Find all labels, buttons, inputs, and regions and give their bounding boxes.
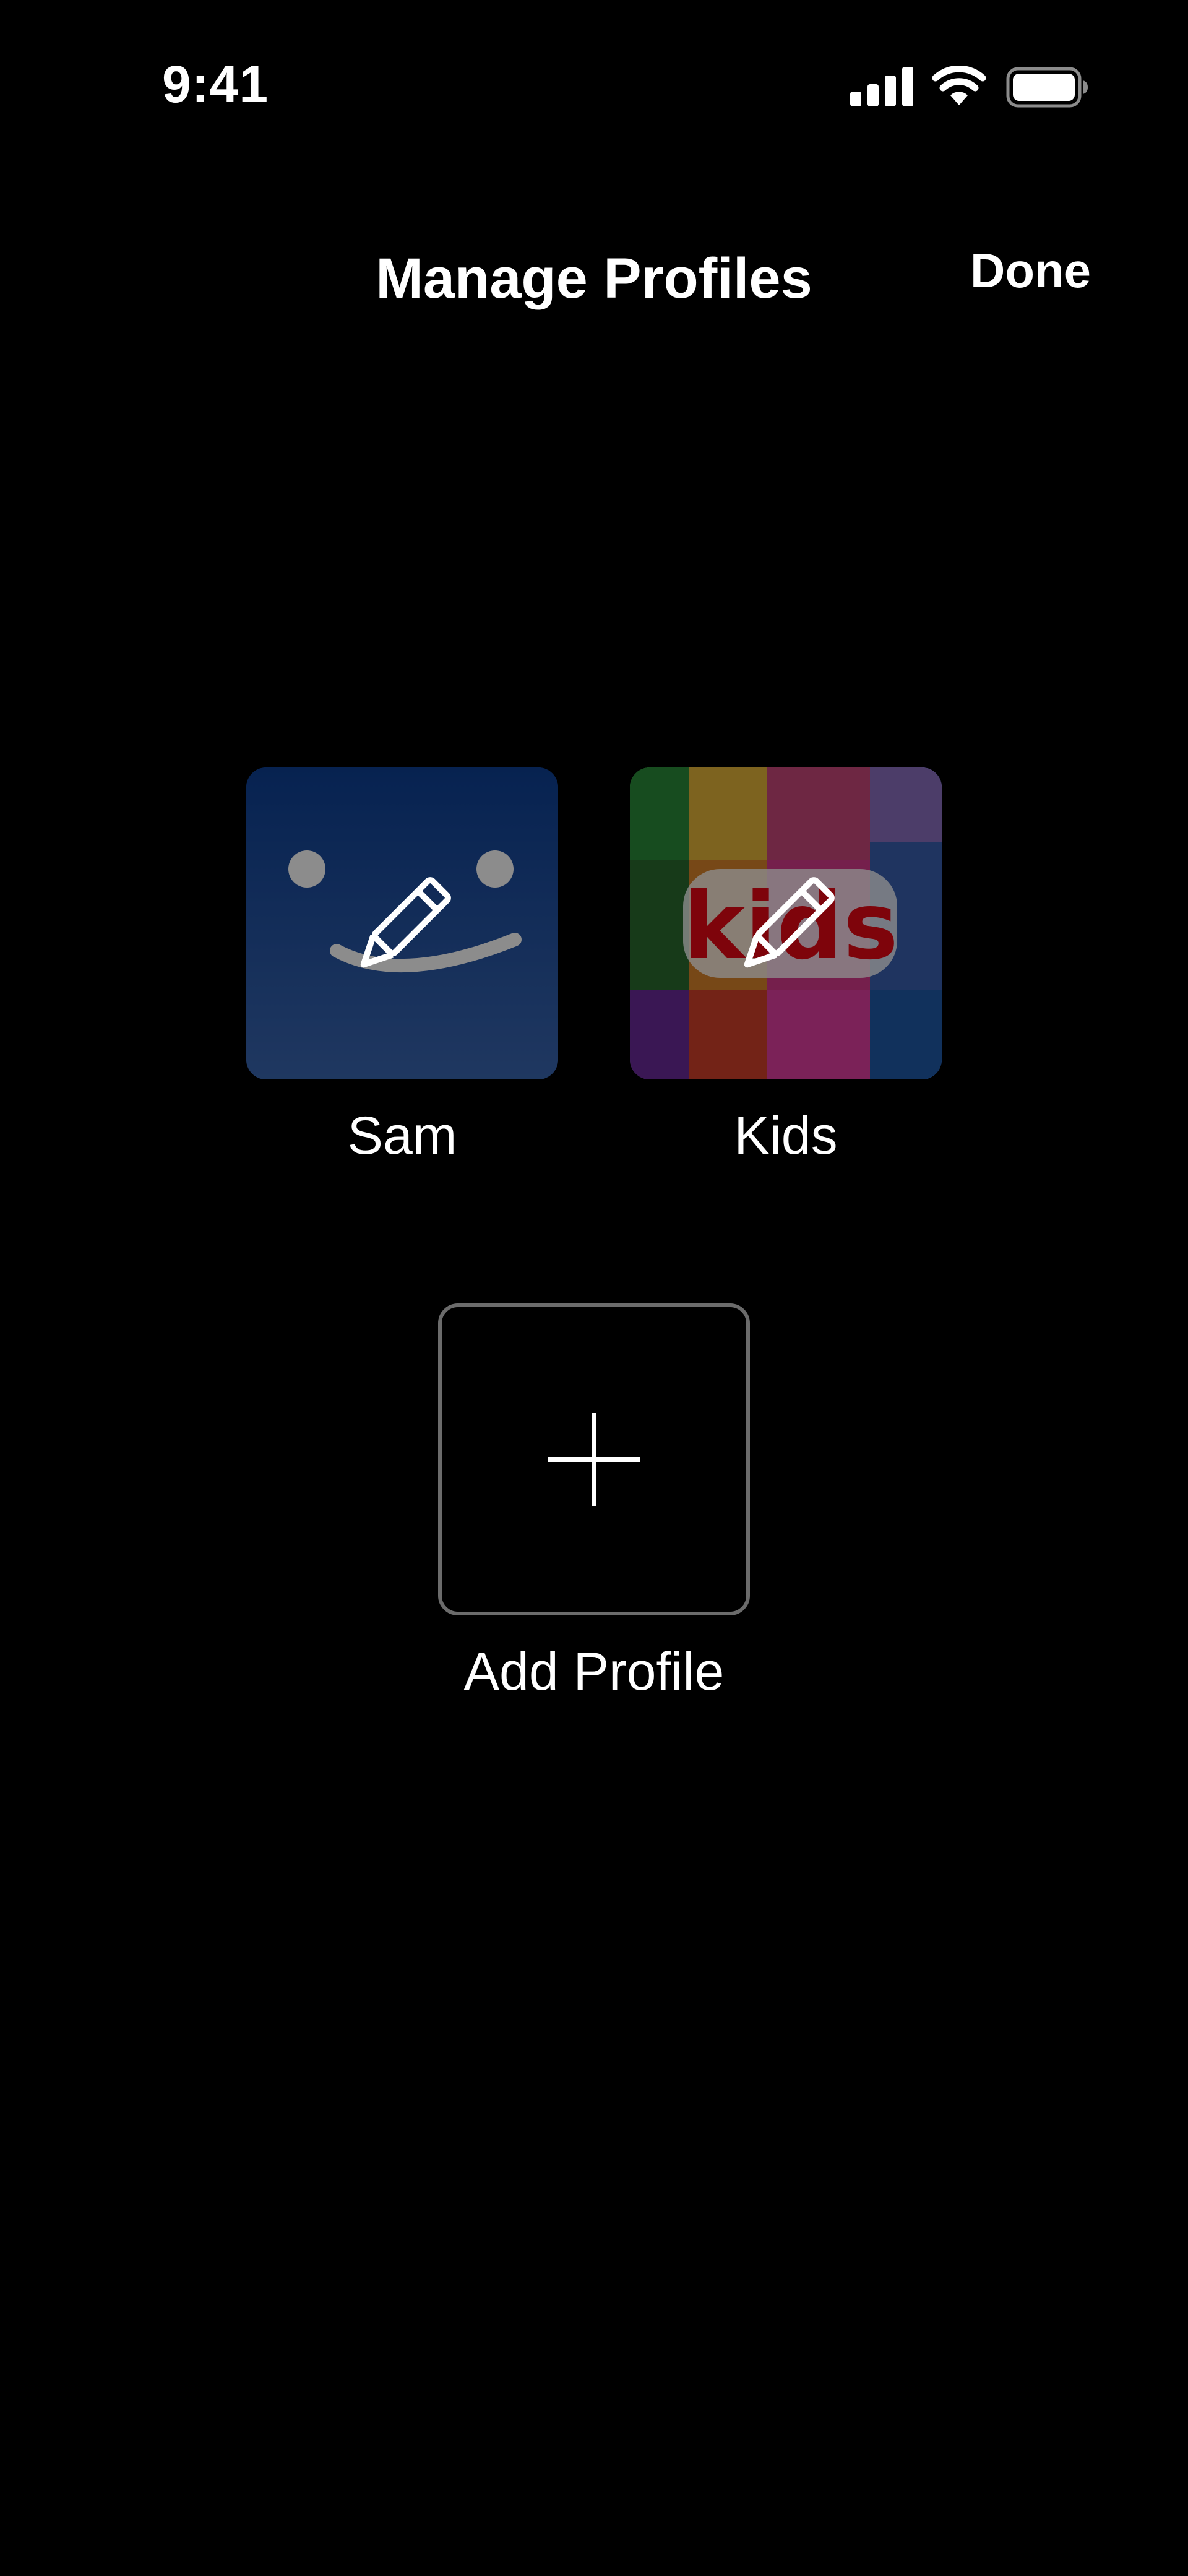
- profile-name: Sam: [347, 1106, 457, 1165]
- pencil-icon[interactable]: [353, 876, 452, 975]
- add-profile-button[interactable]: Add Profile: [438, 1303, 750, 1701]
- add-profile-box[interactable]: [438, 1303, 750, 1615]
- signal-icon: [850, 67, 913, 106]
- profile-sam[interactable]: Sam: [246, 767, 558, 1165]
- wifi-icon: [932, 66, 986, 105]
- add-profile-label: Add Profile: [463, 1642, 725, 1701]
- status-time: 9:41: [162, 55, 269, 113]
- profile-name: Kids: [734, 1106, 838, 1165]
- battery-icon: [1006, 67, 1088, 108]
- plus-icon: [548, 1413, 640, 1506]
- kids-rainbow-avatar[interactable]: kids: [630, 767, 942, 1079]
- profile-kids[interactable]: kids Kids: [630, 767, 942, 1165]
- done-button[interactable]: Done: [970, 243, 1091, 299]
- smile-face-avatar[interactable]: [246, 767, 558, 1079]
- pencil-icon[interactable]: [736, 876, 835, 975]
